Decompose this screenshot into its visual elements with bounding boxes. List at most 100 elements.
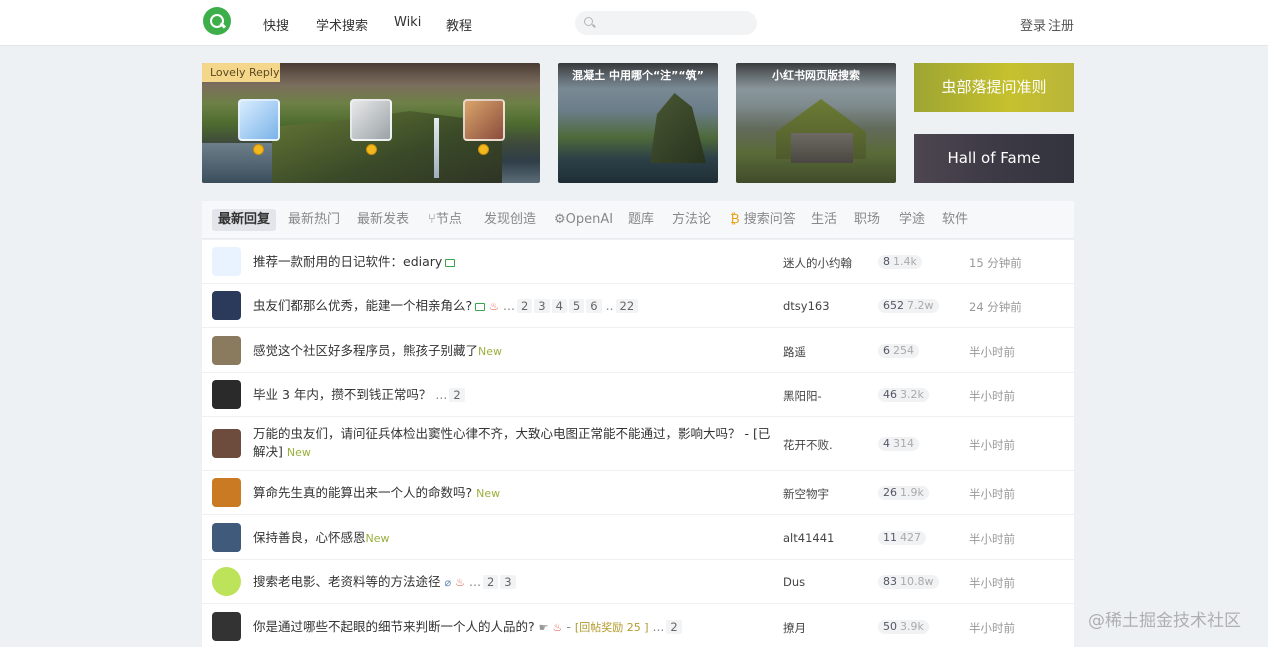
thread-stats: 4 314 xyxy=(878,437,919,451)
last-reply-time: 半小时前 xyxy=(969,576,1015,590)
page-link[interactable]: 6 xyxy=(586,299,602,313)
tab-study[interactable]: 学途 xyxy=(893,209,931,231)
thread-author[interactable]: 新空物宇 xyxy=(783,486,829,502)
top-user-avatar-2[interactable] xyxy=(350,99,392,141)
thread-author[interactable]: 路遥 xyxy=(783,344,806,360)
page-link[interactable]: 4 xyxy=(551,299,567,313)
thread-author[interactable]: dtsy163 xyxy=(783,299,830,313)
reply-count: 8 xyxy=(883,255,890,268)
pages-ellipsis: ... xyxy=(503,298,515,313)
tab-discover[interactable]: 发现创造 xyxy=(478,209,542,231)
new-badge: New xyxy=(286,446,311,459)
tab-latest-post[interactable]: 最新发表 xyxy=(351,209,415,231)
user-avatar[interactable] xyxy=(212,612,241,641)
tab-question-bank[interactable]: 题库 xyxy=(622,209,660,231)
search-box[interactable] xyxy=(575,11,757,35)
thread-author[interactable]: 花开不败. xyxy=(783,437,833,453)
thread-title[interactable]: 推荐一款耐用的日记软件：ediary xyxy=(253,253,773,271)
image-attachment-icon xyxy=(445,258,456,267)
lovely-reply-banner[interactable]: Lovely Reply xyxy=(202,63,540,183)
reply-count: 11 xyxy=(883,531,897,544)
thread-stats: 8 1.4k xyxy=(878,255,922,269)
table-row: 搜索老电影、老资料等的方法途径 ⌀ ♨... 2 3 Dus 83 10.8w 半小时前 xyxy=(202,560,1074,604)
last-reply-time: 半小时前 xyxy=(969,438,1015,452)
thread-title-text: 虫友们都那么优秀，能建一个相亲角么? xyxy=(253,298,473,313)
pages-ellipsis: ... xyxy=(435,387,448,402)
attachment-clip-icon: ⌀ xyxy=(444,576,452,589)
register-link[interactable]: 注册 xyxy=(1048,15,1074,34)
page-link[interactable]: 3 xyxy=(500,575,516,589)
thread-title[interactable]: 保持善良，心怀感恩New xyxy=(253,529,773,548)
tab-nodes[interactable]: ⑂节点 xyxy=(422,209,468,231)
tab-workplace[interactable]: 职场 xyxy=(848,209,886,231)
medal-icon xyxy=(478,144,489,155)
thread-author[interactable]: alt41441 xyxy=(783,531,834,545)
top-user-avatar-1[interactable] xyxy=(238,99,280,141)
user-avatar[interactable] xyxy=(212,478,241,507)
thread-title[interactable]: 万能的虫友们，请问征兵体检出窦性心律不齐，大致心电图正常能不能通过，影响大吗？ … xyxy=(253,425,773,462)
nav-quick-search[interactable]: 快搜 xyxy=(263,15,289,34)
tab-latest-reply[interactable]: 最新回复 xyxy=(212,209,277,231)
thread-stats: 652 7.2w xyxy=(878,299,939,313)
page-link[interactable]: 5 xyxy=(568,299,585,313)
nav-academic-search[interactable]: 学术搜索 xyxy=(316,15,368,34)
top-user-avatar-3[interactable] xyxy=(463,99,505,141)
thread-title[interactable]: 你是通过哪些不起眼的细节来判断一个人的人品的? ☛ ♨ - [回帖奖励 25 ]... 2 xyxy=(253,618,773,637)
page-link[interactable]: 3 xyxy=(534,299,550,313)
user-avatar[interactable] xyxy=(212,291,241,320)
pages-ellipsis: ... xyxy=(469,574,481,589)
page-link[interactable]: 2 xyxy=(449,388,465,402)
thread-title-text: 万能的虫友们，请问征兵体检出窦性心律不齐，大致心电图正常能不能通过，影响大吗？ … xyxy=(253,426,771,459)
tab-life[interactable]: 生活 xyxy=(805,209,843,231)
category-tabs: 最新回复 最新热门 最新发表 ⑂节点 发现创造 ⚙OpenAI 题库 方法论 ₿… xyxy=(202,201,1074,239)
user-avatar[interactable] xyxy=(212,336,241,365)
search-input[interactable] xyxy=(599,14,749,32)
thread-title-text: 毕业 3 年内，攒不到钱正常吗？ xyxy=(253,387,432,402)
thread-title[interactable]: 虫友们都那么优秀，能建一个相亲角么? ♨... 2 3 4 5 6.. 22 xyxy=(253,297,773,316)
medal-icon xyxy=(253,144,264,155)
tab-methodology[interactable]: 方法论 xyxy=(666,209,717,231)
thread-stats: 11 427 xyxy=(878,531,926,545)
user-avatar[interactable] xyxy=(212,380,241,409)
thread-stats: 46 3.2k xyxy=(878,388,929,402)
xiaohongshu-topic-banner[interactable]: 小红书网页版搜索 xyxy=(736,63,896,183)
page-link[interactable]: 2 xyxy=(516,299,533,313)
last-reply-time: 半小时前 xyxy=(969,389,1015,403)
page-link[interactable]: 2 xyxy=(666,620,682,634)
thread-title[interactable]: 搜索老电影、老资料等的方法途径 ⌀ ♨... 2 3 xyxy=(253,573,773,592)
thread-author[interactable]: 迷人的小约翰 xyxy=(783,255,852,271)
thread-title[interactable]: 毕业 3 年内，攒不到钱正常吗？... 2 xyxy=(253,386,773,404)
hall-of-fame-tile[interactable]: Hall of Fame xyxy=(914,134,1074,183)
thread-author[interactable]: Dus xyxy=(783,575,805,589)
rules-tile[interactable]: 虫部落提问准则 xyxy=(914,63,1074,112)
view-count: 7.2w xyxy=(907,299,934,312)
new-badge: New xyxy=(365,532,390,545)
last-reply-time: 半小时前 xyxy=(969,621,1015,635)
reply-count: 46 xyxy=(883,388,897,401)
nav-wiki[interactable]: Wiki xyxy=(394,15,421,30)
last-reply-time: 半小时前 xyxy=(969,345,1015,359)
tab-openai[interactable]: ⚙OpenAI xyxy=(548,209,619,231)
tab-search-qa[interactable]: ₿ 搜索问答 xyxy=(724,209,802,231)
page-link[interactable]: 22 xyxy=(615,299,639,313)
user-avatar[interactable] xyxy=(212,567,241,596)
thread-stats: 6 254 xyxy=(878,344,919,358)
banner-sea-stack xyxy=(650,93,706,163)
bitcoin-icon: ₿ xyxy=(730,212,744,227)
thread-stats: 83 10.8w xyxy=(878,575,939,589)
tab-software[interactable]: 软件 xyxy=(936,209,974,231)
site-logo-icon[interactable] xyxy=(203,7,231,35)
thread-author[interactable]: 黑阳阳- xyxy=(783,388,822,404)
nav-tutorial[interactable]: 教程 xyxy=(446,15,472,34)
concrete-topic-banner[interactable]: 混凝土 中用哪个“注”“筑” xyxy=(558,63,718,183)
page-link[interactable]: 2 xyxy=(482,575,499,589)
tab-latest-hot[interactable]: 最新热门 xyxy=(282,209,346,231)
table-row: 虫友们都那么优秀，能建一个相亲角么? ♨... 2 3 4 5 6.. 22 dtsy163 … xyxy=(202,284,1074,328)
thread-title[interactable]: 算命先生真的能算出来一个人的命数吗? New xyxy=(253,484,773,503)
user-avatar[interactable] xyxy=(212,429,241,458)
thread-title[interactable]: 感觉这个社区好多程序员，熊孩子别藏了New xyxy=(253,342,773,361)
user-avatar[interactable] xyxy=(212,523,241,552)
user-avatar[interactable] xyxy=(212,247,241,276)
login-link[interactable]: 登录 xyxy=(1020,15,1046,34)
thread-author[interactable]: 撩月 xyxy=(783,620,806,636)
